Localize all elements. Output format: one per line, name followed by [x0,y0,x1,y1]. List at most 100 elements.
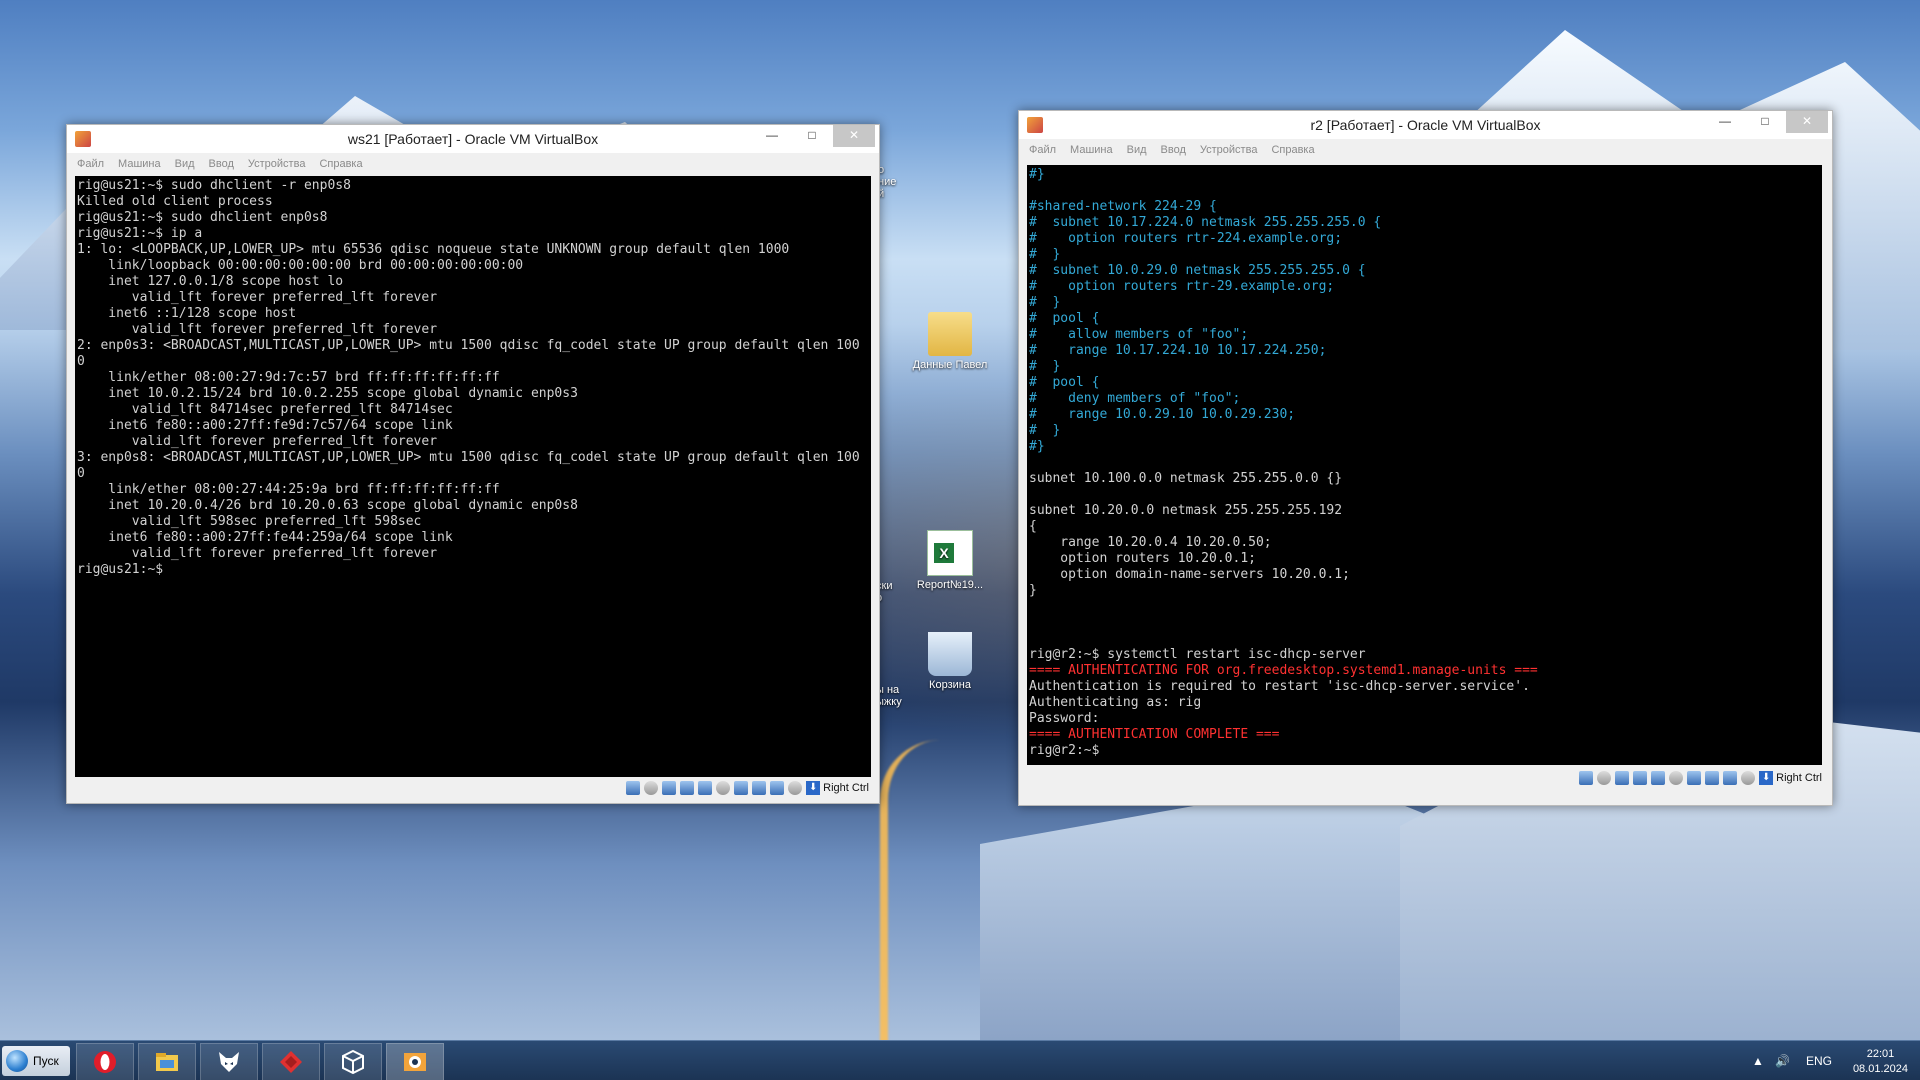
network-icon [1633,771,1648,785]
terminal-line: link/loopback 00:00:00:00:00:00 brd 00:0… [77,258,524,273]
usb-icon [698,781,713,795]
desktop-icon-report[interactable]: Report№19... [910,530,990,591]
window-ws21[interactable]: ws21 [Работает] - Oracle VM VirtualBox —… [66,124,880,804]
video-capture-icon [1705,771,1720,785]
menu-view[interactable]: Вид [1127,144,1147,156]
menu-machine[interactable]: Машина [118,158,161,170]
terminal-line: valid_lft 84714sec preferred_lft 84714se… [77,402,453,417]
tray-show-hidden-icon[interactable]: ▲ [1752,1041,1764,1080]
menu-file[interactable]: Файл [1029,144,1056,156]
usb-icon [1651,771,1666,785]
terminal-line: range 10.20.0.4 10.20.0.50; [1029,535,1272,550]
fox-app-icon [219,1052,239,1072]
clock[interactable]: 22:01 08.01.2024 [1853,1047,1908,1077]
minimize-button[interactable]: — [1708,111,1742,133]
taskbar-app-virtualbox-vm[interactable] [386,1043,444,1080]
excel-file-icon [927,530,973,576]
terminal-line: # subnet 10.17.224.0 netmask 255.255.255… [1029,215,1382,230]
terminal-line: inet6 fe80::a00:27ff:fe44:259a/64 scope … [77,530,453,545]
terminal-line: # option routers rtr-29.example.org; [1029,279,1335,294]
window-r2[interactable]: r2 [Работает] - Oracle VM VirtualBox — □… [1018,110,1833,806]
terminal-line: 2: enp0s3: <BROADCAST,MULTICAST,UP,LOWER… [77,338,860,353]
volume-icon[interactable]: 🔊 [1775,1041,1790,1080]
host-key-arrow-icon: ⬇ [806,781,821,795]
opera-icon [94,1051,116,1073]
terminal-line: option routers 10.20.0.1; [1029,551,1256,566]
taskbar-app-red-diamond[interactable] [262,1043,320,1080]
file-explorer-icon [156,1053,178,1071]
menu-help[interactable]: Справка [1271,144,1314,156]
desktop-icon-label: Корзина [929,679,971,691]
desktop-icon-partial-4[interactable]: о ние й [878,164,908,200]
menu-view[interactable]: Вид [175,158,195,170]
terminal-line: rig@r2:~$ systemctl restart isc-dhcp-ser… [1029,647,1366,662]
close-button[interactable]: ✕ [1786,111,1828,133]
vm-screen-terminal[interactable]: rig@us21:~$ sudo dhclient -r enp0s8 Kille… [75,176,871,777]
terminal-line: # option routers rtr-224.example.org; [1029,231,1343,246]
titlebar[interactable]: ws21 [Работает] - Oracle VM VirtualBox —… [67,125,879,153]
terminal-line: # subnet 10.0.29.0 netmask 255.255.255.0… [1029,263,1366,278]
terminal-line: rig@us21:~$ sudo dhclient enp0s8 [77,210,328,225]
menu-machine[interactable]: Машина [1070,144,1113,156]
close-button[interactable]: ✕ [833,125,875,147]
language-indicator[interactable]: ENG [1806,1041,1832,1080]
terminal-line: # deny members of "foo"; [1029,391,1241,406]
terminal-line: inet6 ::1/128 scope host [77,306,297,321]
menu-file[interactable]: Файл [77,158,104,170]
minimize-button[interactable]: — [755,125,789,147]
taskbar-app-virtualbox[interactable] [324,1043,382,1080]
statusbar: ⬇ Right Ctrl [1027,767,1832,789]
taskbar-app-opera[interactable] [76,1043,134,1080]
menubar: Файл Машина Вид Ввод Устройства Справка [67,153,879,175]
terminal-line: # pool { [1029,311,1100,326]
vm-screen-terminal[interactable]: #} #shared-network 224-29 {# subnet 10.17… [1027,165,1822,765]
audio-icon [662,781,677,795]
start-label: Пуск [33,1054,59,1068]
terminal-line: Killed old client process [77,194,273,209]
desktop-icon-partial-2[interactable]: ски о [876,580,906,604]
desktop-icon-partial-3[interactable]: ы на ыжку [876,684,916,708]
desktop-icon-recycle-bin[interactable]: Корзина [910,632,990,691]
terminal-line: ==== AUTHENTICATION COMPLETE === [1029,727,1280,742]
terminal-line: valid_lft forever preferred_lft forever [77,546,438,561]
taskbar-app-explorer[interactable] [138,1043,196,1080]
mouse-integration-icon [788,781,803,795]
host-key-arrow-icon: ⬇ [1759,771,1774,785]
desktop-icon-danniye-pavel[interactable]: Данные Павел [910,312,990,371]
terminal-line: Password: [1029,711,1100,726]
terminal-line: inet 10.20.0.4/26 brd 10.20.0.63 scope g… [77,498,578,513]
statusbar: ⬇ Right Ctrl [75,777,879,799]
menu-input[interactable]: Ввод [209,158,234,170]
terminal-line: # pool { [1029,375,1100,390]
menu-devices[interactable]: Устройства [1200,144,1258,156]
titlebar[interactable]: r2 [Работает] - Oracle VM VirtualBox — □… [1019,111,1832,139]
desktop: Данные Павел Report№19... Корзина ые а с… [0,0,1920,1080]
maximize-button[interactable]: □ [795,125,829,147]
optical-drive-icon [1597,771,1612,785]
terminal-line: valid_lft forever preferred_lft forever [77,322,438,337]
video-capture-icon [752,781,767,795]
hard-disk-icon [1579,771,1594,785]
terminal-line: # } [1029,295,1061,310]
cpu-icon [770,781,785,795]
menubar: Файл Машина Вид Ввод Устройства Справка [1019,139,1832,161]
desktop-icon-label: ние [878,176,897,188]
menu-input[interactable]: Ввод [1161,144,1186,156]
menu-help[interactable]: Справка [319,158,362,170]
terminal-line: option domain-name-servers 10.20.0.1; [1029,567,1350,582]
maximize-button[interactable]: □ [1748,111,1782,133]
taskbar-app-fox[interactable] [200,1043,258,1080]
taskbar: Пуск ▲ 🔊 ENG 22:01 08.01.2024 [0,1040,1920,1080]
cpu-icon [1723,771,1738,785]
terminal-line: { [1029,519,1037,534]
terminal-line: 1: lo: <LOOPBACK,UP,LOWER_UP> mtu 65536 … [77,242,790,257]
start-button[interactable]: Пуск [2,1046,70,1076]
virtualbox-box-icon [342,1049,364,1075]
terminal-line: # range 10.17.224.10 10.17.224.250; [1029,343,1327,358]
terminal-line: valid_lft forever preferred_lft forever [77,290,438,305]
menu-devices[interactable]: Устройства [248,158,306,170]
